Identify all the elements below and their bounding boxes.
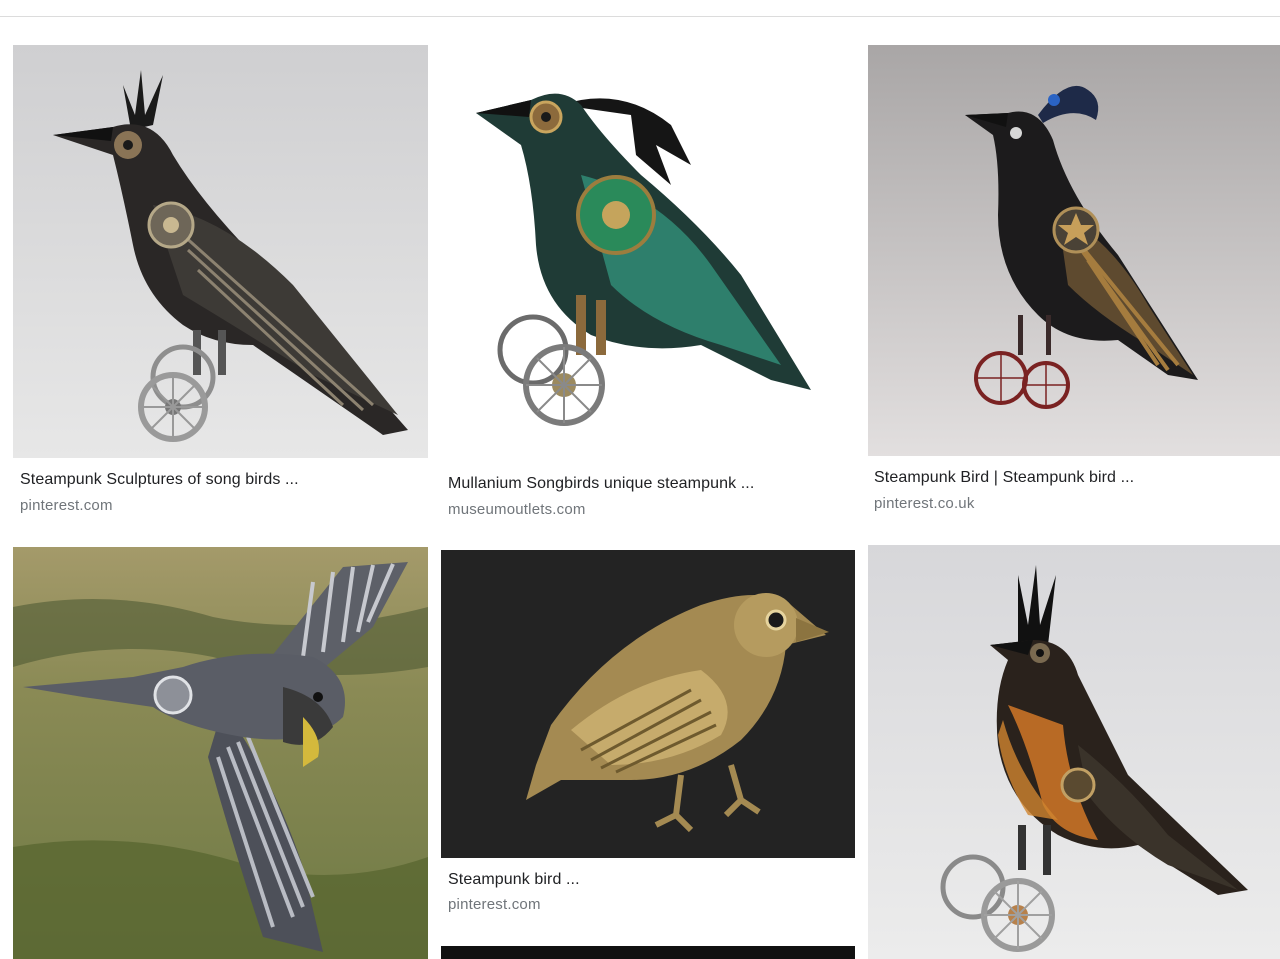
result-source[interactable]: pinterest.co.uk [874, 495, 975, 512]
thumbnail-orange-bird-on-wheels[interactable] [868, 545, 1280, 959]
thumbnail-mechanical-bird-in-flight[interactable] [13, 547, 428, 959]
thumbnail-black-bird-red-wheels[interactable] [868, 45, 1280, 456]
image-result-2[interactable]: Mullanium Songbirds unique steampunk ...… [441, 45, 855, 525]
thumbnail-green-songbird-on-wheels[interactable] [441, 45, 855, 462]
top-divider [0, 0, 1280, 17]
thumbnail-dark-image[interactable] [441, 946, 855, 959]
image-result-4[interactable] [13, 547, 428, 959]
image-result-7[interactable] [441, 946, 855, 959]
image-result-6[interactable] [868, 545, 1280, 959]
image-result-5[interactable]: Steampunk bird ... pinterest.com [441, 550, 855, 920]
result-source[interactable]: museumoutlets.com [448, 501, 586, 518]
image-result-3[interactable]: Steampunk Bird | Steampunk bird ... pint… [868, 45, 1280, 525]
result-title[interactable]: Steampunk Sculptures of song birds ... [20, 471, 425, 489]
result-source[interactable]: pinterest.com [20, 497, 113, 514]
result-source[interactable]: pinterest.com [448, 896, 541, 913]
result-title[interactable]: Steampunk Bird | Steampunk bird ... [874, 469, 1274, 487]
result-title[interactable]: Steampunk bird ... [448, 871, 848, 889]
image-result-1[interactable]: Steampunk Sculptures of song birds ... p… [13, 45, 428, 525]
thumbnail-brass-bird-illustration[interactable] [441, 550, 855, 858]
result-title[interactable]: Mullanium Songbirds unique steampunk ... [448, 475, 853, 493]
thumbnail-crow-on-wheels[interactable] [13, 45, 428, 458]
